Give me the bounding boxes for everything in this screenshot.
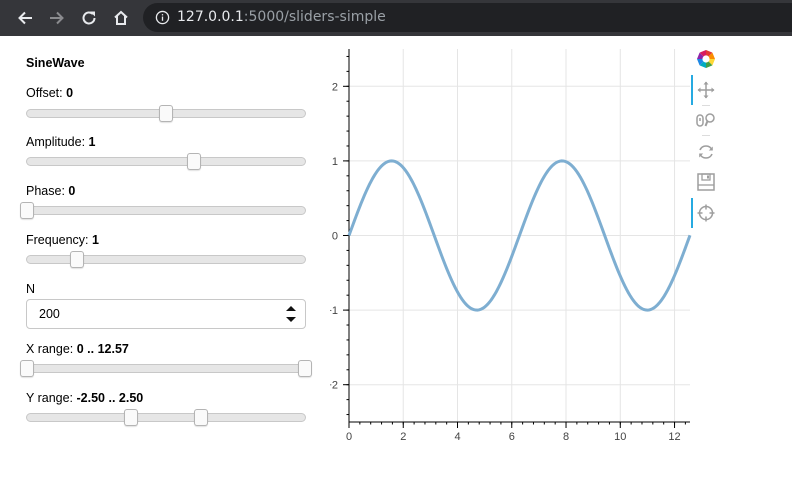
widgets-panel: SineWave Offset: 0 Amplitude: 1 Phase: 0… [0,36,330,498]
home-button[interactable] [109,6,133,30]
pan-icon [697,81,715,99]
amplitude-value: 1 [88,135,96,149]
x-range-fill [27,365,305,372]
amplitude-slider[interactable] [26,153,306,170]
pan-active-indicator [691,75,693,105]
x-range-label: X range: 0 .. 12.57 [26,342,129,356]
frequency-label: Frequency: 1 [26,233,99,247]
wheel-zoom-icon [696,113,715,127]
save-tool[interactable] [696,172,716,192]
y-range-value: -2.50 .. 2.50 [76,391,144,405]
reset-icon [699,145,713,159]
x-tick-label: 10 [614,431,626,443]
address-bar[interactable]: 127.0.0.1:5000/sliders-simple [143,3,792,32]
x-tick-label: 4 [454,431,460,443]
amplitude-label: Amplitude: 1 [26,135,96,149]
amplitude-slider-handle[interactable] [186,153,201,170]
frequency-value: 1 [92,233,99,247]
wheel-zoom-tool[interactable] [696,110,716,130]
phase-slider-handle[interactable] [20,202,34,219]
y-axis-ticks: −2 −1 0 1 2 [325,55,349,416]
back-button[interactable] [13,6,37,30]
offset-slider-handle[interactable] [159,105,173,122]
y-tick-label: −2 [330,380,338,392]
url-text: 127.0.0.1:5000/sliders-simple [177,9,386,26]
x-range-slider[interactable] [20,360,312,377]
hover-active-indicator [691,198,693,228]
url-host: 127.0.0.1 [177,9,244,25]
reload-button[interactable] [77,6,101,30]
n-label: N [26,282,36,296]
browser-toolbar: 127.0.0.1:5000/sliders-simple [0,0,792,36]
y-range-slider[interactable] [26,409,306,426]
y-range-label: Y range: -2.50 .. 2.50 [26,391,144,405]
offset-slider[interactable] [26,105,306,122]
arrow-left-icon [18,11,32,25]
y-tick-label: 0 [332,231,338,243]
x-range-low-handle[interactable] [20,360,34,377]
y-range-high-handle[interactable] [193,409,208,426]
sine-plot[interactable]: 024681012 −2−1012 [325,36,792,498]
x-tick-label: 12 [668,431,680,443]
x-tick-label: 6 [509,431,515,443]
frequency-slider-handle[interactable] [70,251,85,268]
hover-icon [697,204,715,222]
arrow-right-icon [50,11,64,25]
y-tick-label: −1 [330,305,338,317]
y-range-low-handle[interactable] [124,409,139,426]
y-tick-label: 1 [332,156,338,168]
toolbar-separator [702,135,710,136]
x-range-value: 0 .. 12.57 [76,342,129,356]
reset-tool[interactable] [696,142,716,162]
reload-icon [82,11,96,25]
bokeh-logo-button[interactable] [696,49,716,69]
save-icon [697,173,715,191]
x-tick-label: 8 [563,431,569,443]
y-range-fill [131,414,201,421]
y-tick-label: 2 [332,81,338,93]
toolbar-separator [702,105,710,106]
n-value: 200 [39,307,60,321]
plot-toolbar [690,36,720,236]
phase-label: Phase: 0 [26,184,76,198]
info-icon[interactable] [155,10,170,25]
offset-value: 0 [66,86,74,100]
hover-tool[interactable] [696,203,716,223]
pan-tool[interactable] [696,80,716,100]
home-icon [114,10,128,25]
x-range-high-handle[interactable] [298,360,312,377]
bokeh-logo-icon [697,50,715,68]
phase-value: 0 [68,184,76,198]
x-tick-label: 2 [400,431,406,443]
offset-label: Offset: 0 [26,86,74,100]
url-path: :5000/sliders-simple [243,9,386,25]
panel-title: SineWave [26,56,85,70]
n-spinner[interactable]: 200 [26,299,306,329]
x-tick-label: 0 [346,431,352,443]
forward-button[interactable] [45,6,69,30]
frequency-slider[interactable] [26,251,306,268]
phase-slider[interactable] [20,202,306,219]
sine-plot-svg: 024681012 −2−1012 [325,49,692,443]
spinner-arrows-icon[interactable] [285,304,297,324]
x-axis-ticks: 0 2 4 6 8 10 12 [346,422,686,443]
